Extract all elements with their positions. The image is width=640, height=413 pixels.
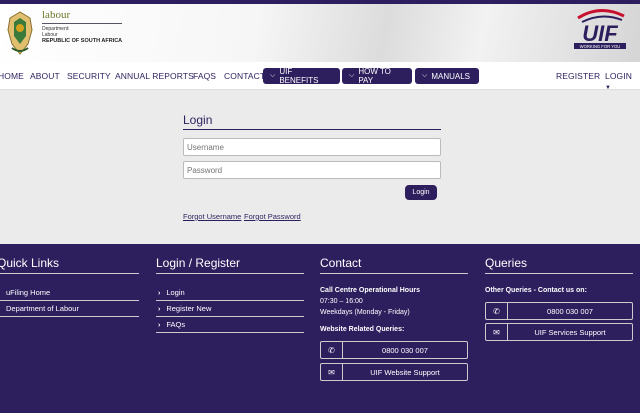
nav-annual-reports[interactable]: ANNUAL REPORTS (115, 71, 194, 81)
call-centre-days: Weekdays (Monday - Friday) (320, 309, 410, 316)
chevron-down-icon: ⌵ (270, 72, 276, 79)
phone-icon: ✆ (486, 303, 508, 319)
chevron-right-icon: › (158, 290, 161, 297)
login-form: Login Login Forgot Username Forgot Passw… (183, 113, 441, 221)
footer-quick-links: Quick Links uFiling Home Department of L… (0, 256, 139, 336)
contact-phone-number: 0800 030 007 (382, 345, 428, 355)
uif-logo-tagline: WORKING FOR YOU (580, 44, 621, 49)
footer: Quick Links uFiling Home Department of L… (0, 244, 640, 413)
footer-link-login[interactable]: › Login (156, 286, 304, 301)
username-input[interactable] (183, 138, 441, 156)
queries-phone-button[interactable]: ✆ 0800 030 007 (485, 302, 633, 320)
quick-link-department-labour[interactable]: Department of Labour (0, 302, 139, 317)
uif-website-support-label: UIF Website Support (370, 367, 440, 377)
nav-how-to-pay-label: HOW TO PAY (358, 67, 391, 85)
queries-phone-number: 0800 030 007 (547, 306, 593, 316)
footer-link-register-new[interactable]: › Register New (156, 302, 304, 317)
uif-logo-icon[interactable]: UIF WORKING FOR YOU (572, 8, 628, 50)
uif-services-support-label: UIF Services Support (534, 327, 606, 337)
call-centre-hours: 07:30 – 16:00 (320, 298, 363, 305)
phone-icon: ✆ (321, 342, 343, 358)
queries-title: Queries (485, 256, 633, 274)
footer-link-label: FAQs (166, 320, 186, 329)
other-queries-text: Other Queries - Contact us on: (485, 287, 587, 294)
nav-faqs[interactable]: FAQS (193, 71, 216, 81)
nav-uif-benefits-button[interactable]: ⌵ UIF BENEFITS (263, 67, 340, 85)
site-header: labour Department: Labour REPUBLIC OF SO… (0, 4, 640, 62)
nav-how-to-pay-button[interactable]: ⌵ HOW TO PAY (342, 67, 412, 85)
caret-down-icon: ▼ (605, 85, 612, 91)
quick-link-label: Department of Labour (6, 304, 79, 313)
dept-title: labour (42, 9, 71, 21)
envelope-icon: ✉ (321, 364, 343, 380)
chevron-right-icon: › (158, 306, 161, 313)
department-label: labour Department: Labour REPUBLIC OF SO… (42, 9, 122, 44)
quick-links-title: Quick Links (0, 256, 139, 274)
uif-services-support-button[interactable]: ✉ UIF Services Support (485, 323, 633, 341)
contact-title: Contact (320, 256, 468, 274)
footer-login-register: Login / Register › Login › Register New › F… (156, 256, 304, 346)
nav-about[interactable]: ABOUT (30, 71, 60, 81)
footer-contact: Contact Call Centre Operational Hours 07… (320, 256, 468, 386)
footer-link-label: Login (166, 288, 185, 297)
nav-manuals-button[interactable]: ⌵ MANUALS (415, 68, 479, 84)
uif-logo-text: UIF (582, 21, 618, 46)
footer-link-label: Register New (166, 304, 212, 313)
nav-home[interactable]: HOME (0, 71, 24, 81)
nav-security[interactable]: SECURITY (67, 71, 111, 81)
chevron-down-icon: ⌵ (422, 72, 428, 79)
chevron-right-icon: › (158, 322, 161, 329)
nav-contact[interactable]: CONTACT (224, 71, 265, 81)
nav-uif-benefits-label: UIF BENEFITS (279, 67, 319, 85)
nav-manuals-label: MANUALS (431, 71, 470, 81)
website-queries-title: Website Related Queries: (320, 326, 405, 333)
forgot-password-link[interactable]: Forgot Password (244, 212, 301, 221)
contact-phone-button[interactable]: ✆ 0800 030 007 (320, 341, 468, 359)
call-centre-hours-title: Call Centre Operational Hours (320, 287, 420, 294)
password-input[interactable] (183, 161, 441, 179)
dept-divider (42, 23, 122, 24)
chevron-down-icon: ⌵ (349, 72, 355, 79)
login-title: Login (183, 113, 441, 130)
nav-login[interactable]: LOGIN ▼ (605, 71, 640, 91)
login-register-title: Login / Register (156, 256, 304, 274)
envelope-icon: ✉ (486, 324, 508, 340)
quick-link-ufiling-home[interactable]: uFiling Home (0, 286, 139, 301)
dept-country: REPUBLIC OF SOUTH AFRICA (42, 38, 123, 44)
footer-queries: Queries Other Queries - Contact us on: ✆… (485, 256, 633, 366)
nav-login-label: LOGIN (605, 71, 632, 81)
forgot-username-link[interactable]: Forgot Username (183, 212, 241, 221)
coat-of-arms-icon (7, 11, 33, 55)
main-nav: HOME ABOUT SECURITY ANNUAL REPORTS FAQS … (0, 62, 640, 91)
nav-register[interactable]: REGISTER (556, 71, 600, 81)
uif-website-support-button[interactable]: ✉ UIF Website Support (320, 363, 468, 381)
quick-link-label: uFiling Home (6, 288, 51, 297)
footer-link-faqs[interactable]: › FAQs (156, 318, 304, 333)
login-button[interactable]: Login (405, 185, 437, 200)
